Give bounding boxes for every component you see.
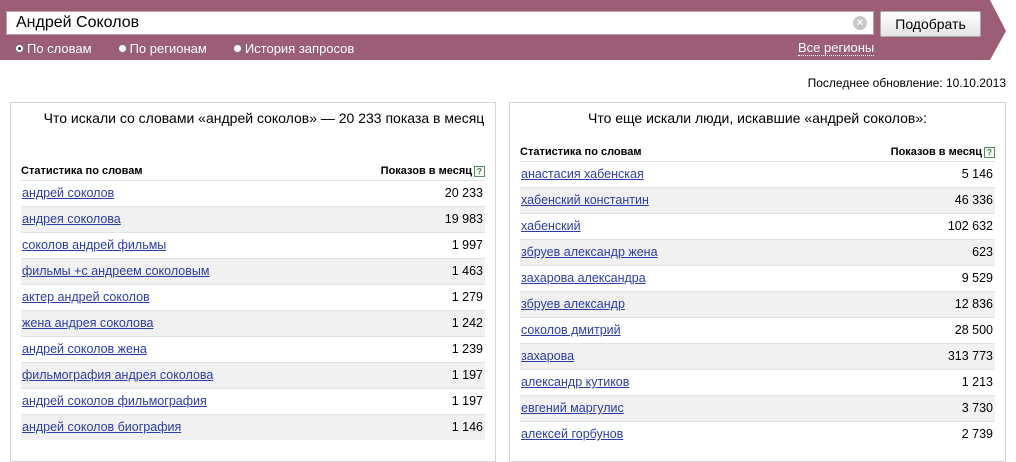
- all-regions-link[interactable]: Все регионы: [798, 40, 875, 56]
- table-row: збруев александр 12 836: [520, 291, 995, 317]
- column-header-count-label: Показов в месяц: [890, 146, 982, 158]
- table-row: захарова 313 773: [520, 343, 995, 369]
- impressions-count: 9 529: [961, 271, 993, 285]
- keyword-link[interactable]: захарова: [521, 349, 574, 363]
- keyword-table: андрей соколов 20 233 андрея соколова 19 98…: [21, 180, 485, 440]
- keyword-link[interactable]: захарова александра: [521, 271, 646, 285]
- table-row: андрей соколов жена 1 239: [21, 336, 485, 362]
- impressions-count: 3 730: [961, 401, 993, 415]
- column-header-keyword: Статистика по словам: [21, 165, 143, 177]
- column-header-count: Показов в месяц ?: [891, 146, 995, 158]
- impressions-count: 313 773: [947, 349, 993, 363]
- column-header-count: Показов в месяц ?: [381, 165, 485, 177]
- mode-label[interactable]: История запросов: [245, 41, 355, 56]
- help-icon[interactable]: ?: [474, 165, 485, 177]
- impressions-count: 12 836: [954, 297, 993, 311]
- last-updated: Последнее обновление: 10.10.2013: [807, 76, 1006, 90]
- keyword-link[interactable]: александр кутиков: [521, 375, 629, 389]
- table-row: хабенский константин 46 336: [520, 187, 995, 213]
- table-row: андрей соколов фильмография 1 197: [21, 388, 485, 414]
- impressions-count: 1 146: [451, 420, 483, 434]
- table-row: евгений маргулис 3 730: [520, 395, 995, 421]
- help-icon[interactable]: ?: [984, 146, 995, 158]
- table-row: андрей соколов 20 233: [21, 180, 485, 206]
- impressions-count: 1 197: [451, 394, 483, 408]
- keyword-link[interactable]: збруев александр жена: [521, 245, 658, 259]
- table-row: андрея соколова 19 983: [21, 206, 485, 232]
- table-row: збруев александр жена 623: [520, 239, 995, 265]
- table-header: Статистика по словам Показов в месяц ?: [21, 165, 485, 179]
- keyword-link[interactable]: збруев александр: [521, 297, 625, 311]
- radio-unchecked-icon[interactable]: [117, 43, 127, 53]
- table-row: захарова александра 9 529: [520, 265, 995, 291]
- keyword-link[interactable]: соколов дмитрий: [521, 323, 621, 337]
- keyword-link[interactable]: андрей соколов: [22, 186, 114, 200]
- impressions-count: 19 983: [444, 212, 483, 226]
- submit-button[interactable]: Подобрать: [880, 11, 981, 37]
- search-input-value[interactable]: Андрей Соколов: [16, 14, 139, 31]
- table-row: жена андрея соколова 1 242: [21, 310, 485, 336]
- table-header: Статистика по словам Показов в месяц ?: [520, 146, 995, 160]
- impressions-count: 1 997: [451, 238, 483, 252]
- radio-unchecked-icon[interactable]: [232, 43, 242, 53]
- table-row: андрей соколов биография 1 146: [21, 414, 485, 440]
- column-header-count-label: Показов в месяц: [380, 165, 472, 177]
- impressions-count: 1 463: [451, 264, 483, 278]
- impressions-count: 20 233: [444, 186, 483, 200]
- table-row: соколов дмитрий 28 500: [520, 317, 995, 343]
- table-row: фильмография андрея соколова 1 197: [21, 362, 485, 388]
- table-row: анастасия хабенская 5 146: [520, 161, 995, 187]
- clear-x-icon[interactable]: ×: [853, 16, 867, 30]
- table-row: фильмы +с андреем соколовым 1 463: [21, 258, 485, 284]
- keyword-link[interactable]: андрей соколов фильмография: [22, 394, 207, 408]
- also-searched-panel: Что еще искали люди, искавшие «андрей со…: [509, 102, 1006, 462]
- impressions-count: 5 146: [961, 167, 993, 181]
- table-row: актер андрей соколов 1 279: [21, 284, 485, 310]
- keyword-link[interactable]: андрей соколов жена: [22, 342, 147, 356]
- search-bar: Андрей Соколов × Подобрать По словам По …: [0, 0, 1016, 62]
- keyword-link[interactable]: жена андрея соколова: [22, 316, 153, 330]
- keyword-link[interactable]: фильмография андрея соколова: [22, 368, 213, 382]
- keyword-link[interactable]: анастасия хабенская: [521, 167, 644, 181]
- impressions-count: 1 279: [451, 290, 483, 304]
- table-row: хабенский 102 632: [520, 213, 995, 239]
- impressions-count: 1 197: [451, 368, 483, 382]
- table-row: алексей горбунов 2 739: [520, 421, 995, 447]
- impressions-count: 1 213: [961, 375, 993, 389]
- impressions-count: 46 336: [954, 193, 993, 207]
- keyword-link[interactable]: хабенский: [521, 219, 581, 233]
- table-row: соколов андрей фильмы 1 997: [21, 232, 485, 258]
- keyword-link[interactable]: евгений маргулис: [521, 401, 624, 415]
- mode-label[interactable]: По регионам: [130, 41, 207, 56]
- search-input[interactable]: Андрей Соколов ×: [6, 11, 874, 35]
- keyword-link[interactable]: фильмы +с андреем соколовым: [22, 264, 209, 278]
- keyword-link[interactable]: соколов андрей фильмы: [22, 238, 166, 252]
- keyword-link[interactable]: актер андрей соколов: [22, 290, 150, 304]
- mode-by-words[interactable]: По словам: [15, 41, 92, 56]
- keyword-link[interactable]: хабенский константин: [521, 193, 649, 207]
- table-row: александр кутиков 1 213: [520, 369, 995, 395]
- impressions-count: 2 739: [961, 427, 993, 441]
- impressions-count: 102 632: [947, 219, 993, 233]
- keyword-link[interactable]: андрей соколов биография: [22, 420, 181, 434]
- keyword-table: анастасия хабенская 5 146 хабенский конста…: [520, 161, 995, 447]
- keyword-link[interactable]: алексей горбунов: [521, 427, 623, 441]
- column-header-keyword: Статистика по словам: [520, 146, 642, 158]
- mode-label[interactable]: По словам: [27, 41, 92, 56]
- impressions-count: 623: [972, 245, 993, 259]
- mode-query-history[interactable]: История запросов: [232, 41, 355, 56]
- impressions-count: 28 500: [954, 323, 993, 337]
- impressions-count: 1 239: [451, 342, 483, 356]
- keyword-link[interactable]: андрея соколова: [22, 212, 121, 226]
- radio-checked-icon[interactable]: [15, 43, 24, 53]
- impressions-count: 1 242: [451, 316, 483, 330]
- panel-title: Что искали со словами «андрей соколов» —…: [43, 110, 485, 126]
- panel-title: Что еще искали люди, искавшие «андрей со…: [587, 110, 928, 126]
- mode-by-regions[interactable]: По регионам: [117, 41, 207, 56]
- related-queries-panel: Что искали со словами «андрей соколов» —…: [10, 102, 496, 462]
- search-mode-group: По словам По регионам История запросов: [15, 40, 380, 56]
